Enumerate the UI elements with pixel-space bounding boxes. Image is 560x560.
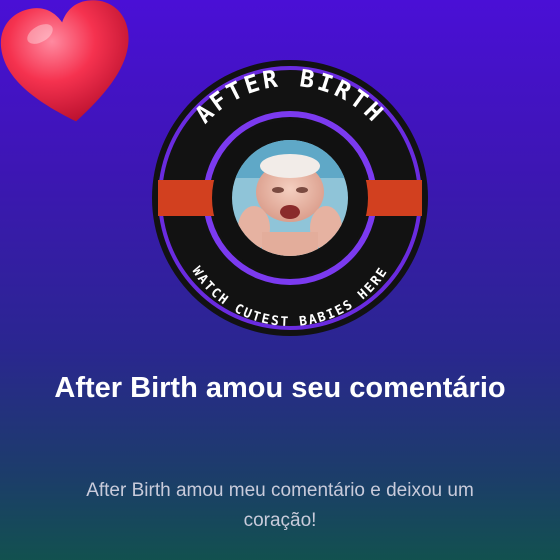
- heart-icon: [0, 0, 129, 122]
- notification-message: After Birth amou meu comentário e deixou…: [86, 480, 474, 531]
- channel-avatar-badge: AFTER BIRTH WATCH CUTEST BABIES HERE: [0, 0, 560, 360]
- notification-headline: After Birth amou seu comentário: [54, 372, 506, 404]
